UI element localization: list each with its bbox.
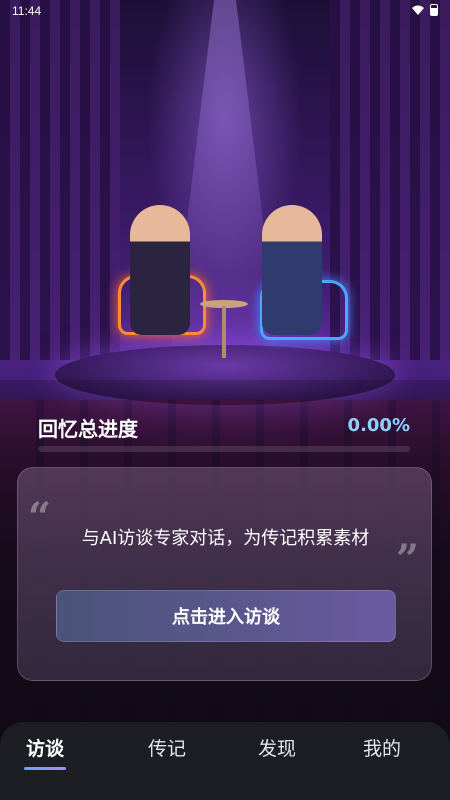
- wifi-icon: [412, 5, 424, 15]
- nav-item-biography[interactable]: 传记: [122, 734, 212, 761]
- progress-value: 0.00%: [347, 415, 410, 436]
- bottom-nav: 访谈 传记 发现 我的: [0, 722, 450, 800]
- progress-title: 回忆总进度: [38, 417, 138, 441]
- interviewer-figure: [130, 205, 190, 335]
- enter-interview-button[interactable]: 点击进入访谈: [56, 590, 396, 642]
- nav-item-interview[interactable]: 访谈: [0, 734, 90, 761]
- nav-item-profile[interactable]: 我的: [337, 734, 427, 761]
- side-table-leg: [222, 306, 226, 358]
- card-description: 与AI访谈专家对话，为传记积累素材: [81, 528, 370, 549]
- status-bar: 11:44: [0, 0, 450, 22]
- nav-active-indicator: [24, 767, 66, 770]
- nav-item-discover[interactable]: 发现: [232, 734, 322, 761]
- battery-icon: [430, 4, 438, 16]
- curtain-right: [330, 0, 450, 360]
- status-time: 11:44: [12, 4, 42, 18]
- curtain-left: [0, 0, 120, 360]
- progress-bar: [38, 446, 410, 452]
- system-icons: [412, 4, 438, 16]
- interviewee-figure: [262, 205, 322, 335]
- interview-card: “ ” 与AI访谈专家对话，为传记积累素材 点击进入访谈: [17, 467, 432, 681]
